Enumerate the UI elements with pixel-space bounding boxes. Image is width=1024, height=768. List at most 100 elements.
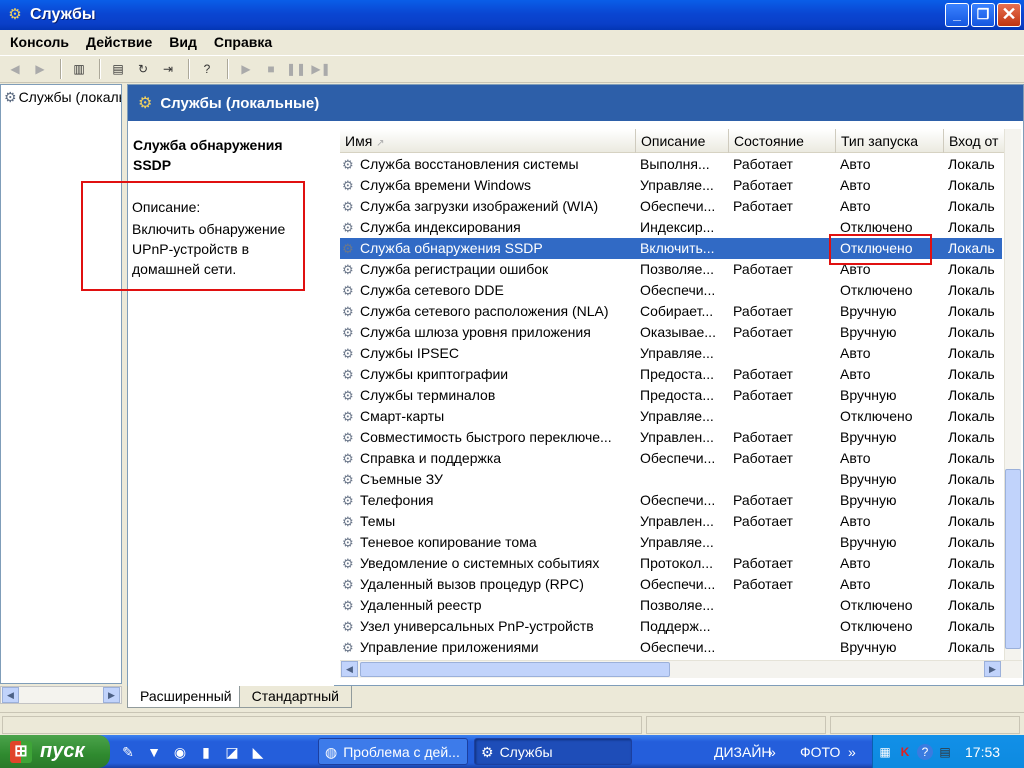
service-gear-icon: ⚙ — [342, 367, 354, 382]
chevron-icon[interactable]: » — [848, 735, 856, 768]
service-logon: Локаль — [948, 345, 995, 361]
help-icon[interactable]: ? — [196, 58, 218, 80]
title-bar[interactable]: ⚙ Службы _ ❐ ✕ — [0, 0, 1024, 30]
quick-launch-icon[interactable]: ✎ — [118, 742, 138, 762]
service-startup-type: Вручную — [840, 534, 897, 550]
menu-view[interactable]: Вид — [169, 34, 197, 50]
table-row[interactable]: ⚙ Уведомление о системных событиях Протоко… — [340, 553, 1002, 574]
service-status: Работает — [733, 156, 793, 172]
desktop-toolbar-label[interactable]: ДИЗАЙН — [714, 735, 772, 768]
horizontal-scrollbar[interactable]: ◀ ▶ — [340, 660, 1022, 678]
table-row[interactable]: ⚙ Теневое копирование тома Управляе... Вруч… — [340, 532, 1002, 553]
table-row[interactable]: ⚙ Удаленный реестр Позволяе... Отключено Лок… — [340, 595, 1002, 616]
minimize-button[interactable]: _ — [945, 3, 969, 27]
start-service-icon[interactable]: ▶ — [235, 58, 257, 80]
service-status: Работает — [733, 324, 793, 340]
table-row[interactable]: ⚙ Удаленный вызов процедур (RPC) Обеспечи.… — [340, 574, 1002, 595]
tree-horizontal-scrollbar[interactable]: ◀ ▶ — [0, 686, 122, 704]
table-row[interactable]: ⚙ Служба сетевого расположения (NLA) Собир… — [340, 301, 1002, 322]
vertical-scrollbar[interactable] — [1004, 129, 1021, 660]
table-row[interactable]: ⚙ Служба сетевого DDE Обеспечи... Отключено… — [340, 280, 1002, 301]
table-row[interactable]: ⚙ Темы Управлен... Работает Авто Локаль — [340, 511, 1002, 532]
horizontal-scroll-thumb[interactable] — [360, 662, 670, 677]
column-header-startup-type[interactable]: Тип запуска — [836, 129, 944, 153]
table-row[interactable]: ⚙ Службы криптографии Предоста... Работает А… — [340, 364, 1002, 385]
printer-icon[interactable]: ▤ — [937, 744, 953, 760]
taskbar-item-firefox[interactable]: ◍ Проблема с дей... — [318, 738, 468, 765]
table-row[interactable]: ⚙ Управление приложениями Обеспечи... Вручн… — [340, 637, 1002, 658]
table-row[interactable]: ⚙ Справка и поддержка Обеспечи... Работает А… — [340, 448, 1002, 469]
tree-item-services-local[interactable]: ⚙Службы (локальные) — [4, 89, 121, 106]
maximize-button[interactable]: ❐ — [971, 3, 995, 27]
service-description: Индексир... — [640, 219, 715, 235]
service-logon: Локаль — [948, 324, 995, 340]
service-status: Работает — [733, 492, 793, 508]
forward-arrow-icon[interactable]: ▶ — [29, 58, 51, 80]
scroll-left-icon[interactable]: ◀ — [341, 661, 358, 677]
service-name-cell: ⚙ Управление приложениями — [340, 637, 636, 658]
table-row[interactable]: ⚙ Службы IPSEC Управляе... Авто Локаль — [340, 343, 1002, 364]
scroll-right-icon[interactable]: ▶ — [984, 661, 1001, 677]
network-icon[interactable]: ▦ — [877, 744, 893, 760]
service-startup-type: Авто — [840, 576, 871, 592]
service-logon: Локаль — [948, 303, 995, 319]
table-row[interactable]: ⚙ Совместимость быстрого переключе... Упра… — [340, 427, 1002, 448]
properties-icon[interactable]: ▤ — [107, 58, 129, 80]
sort-arrow-icon: ↗ — [376, 138, 385, 149]
quick-launch-icon[interactable]: ▼ — [144, 742, 164, 762]
table-row[interactable]: ⚙ Служба загрузки изображений (WIA) Обеспе… — [340, 196, 1002, 217]
desktop-toolbar-label[interactable]: ФОТО — [800, 735, 840, 768]
service-name-cell: ⚙ Узел универсальных PnP-устройств — [340, 616, 636, 637]
taskbar-item-services[interactable]: ⚙ Службы — [474, 738, 632, 765]
restart-service-icon[interactable]: ▶❚ — [310, 58, 332, 80]
service-gear-icon: ⚙ — [342, 262, 354, 277]
menu-console[interactable]: Консоль — [10, 34, 69, 50]
table-row[interactable]: ⚙ Служба восстановления системы Выполня...… — [340, 154, 1002, 175]
service-startup-type: Авто — [840, 156, 871, 172]
stop-service-icon[interactable]: ■ — [260, 58, 282, 80]
chevron-icon[interactable]: » — [768, 735, 776, 768]
service-logon: Локаль — [948, 492, 995, 508]
tab-standard[interactable]: Стандартный — [238, 686, 352, 708]
table-row[interactable]: ⚙ Съемные ЗУ Вручную Локаль — [340, 469, 1002, 490]
export-list-icon[interactable]: ⇥ — [157, 58, 179, 80]
tab-extended[interactable]: Расширенный — [127, 686, 245, 708]
column-header-status[interactable]: Состояние — [729, 129, 836, 153]
service-logon: Локаль — [948, 513, 995, 529]
service-status — [729, 469, 836, 490]
column-header-description[interactable]: Описание — [636, 129, 729, 153]
service-gear-icon: ⚙ — [342, 493, 354, 508]
refresh-icon[interactable]: ↻ — [132, 58, 154, 80]
table-row[interactable]: ⚙ Смарт-карты Управляе... Отключено Локаль — [340, 406, 1002, 427]
antivirus-icon[interactable]: K — [897, 744, 913, 760]
start-button[interactable]: ⊞ пуск — [0, 735, 110, 768]
scroll-right-icon[interactable]: ▶ — [103, 687, 120, 703]
vertical-scroll-thumb[interactable] — [1005, 469, 1021, 649]
close-button[interactable]: ✕ — [997, 3, 1021, 27]
table-row[interactable]: ⚙ Телефония Обеспечи... Работает Вручную Лока… — [340, 490, 1002, 511]
scroll-left-icon[interactable]: ◀ — [2, 687, 19, 703]
table-row[interactable]: ⚙ Узел универсальных PnP-устройств Поддерж… — [340, 616, 1002, 637]
console-tree-icon[interactable]: ▥ — [68, 58, 90, 80]
toolbar-separator — [188, 59, 190, 79]
back-arrow-icon[interactable]: ◀ — [4, 58, 26, 80]
pause-service-icon[interactable]: ❚❚ — [285, 58, 307, 80]
quick-launch-icon[interactable]: ◣ — [248, 742, 268, 762]
table-row[interactable]: ⚙ Служба времени Windows Управляе... Работа… — [340, 175, 1002, 196]
menu-help[interactable]: Справка — [214, 34, 272, 50]
service-name: Справка и поддержка — [360, 450, 502, 466]
column-header-label: Имя — [345, 133, 373, 149]
table-row[interactable]: ⚙ Служба шлюза уровня приложения Оказывае.… — [340, 322, 1002, 343]
service-logon: Локаль — [948, 387, 995, 403]
service-description: Протокол... — [640, 555, 713, 571]
quick-launch-icon[interactable]: ◉ — [170, 742, 190, 762]
help-tray-icon[interactable]: ? — [917, 743, 933, 760]
column-header-name[interactable]: Имя ↗ — [340, 129, 636, 153]
service-name-cell: ⚙ Совместимость быстрого переключе... — [340, 427, 636, 448]
quick-launch-icon[interactable]: ▮ — [196, 742, 216, 762]
service-gear-icon: ⚙ — [342, 556, 354, 571]
firefox-icon: ◍ — [325, 744, 338, 760]
table-row[interactable]: ⚙ Службы терминалов Предоста... Работает Вру… — [340, 385, 1002, 406]
quick-launch-icon[interactable]: ◪ — [222, 742, 242, 762]
menu-action[interactable]: Действие — [86, 34, 152, 50]
